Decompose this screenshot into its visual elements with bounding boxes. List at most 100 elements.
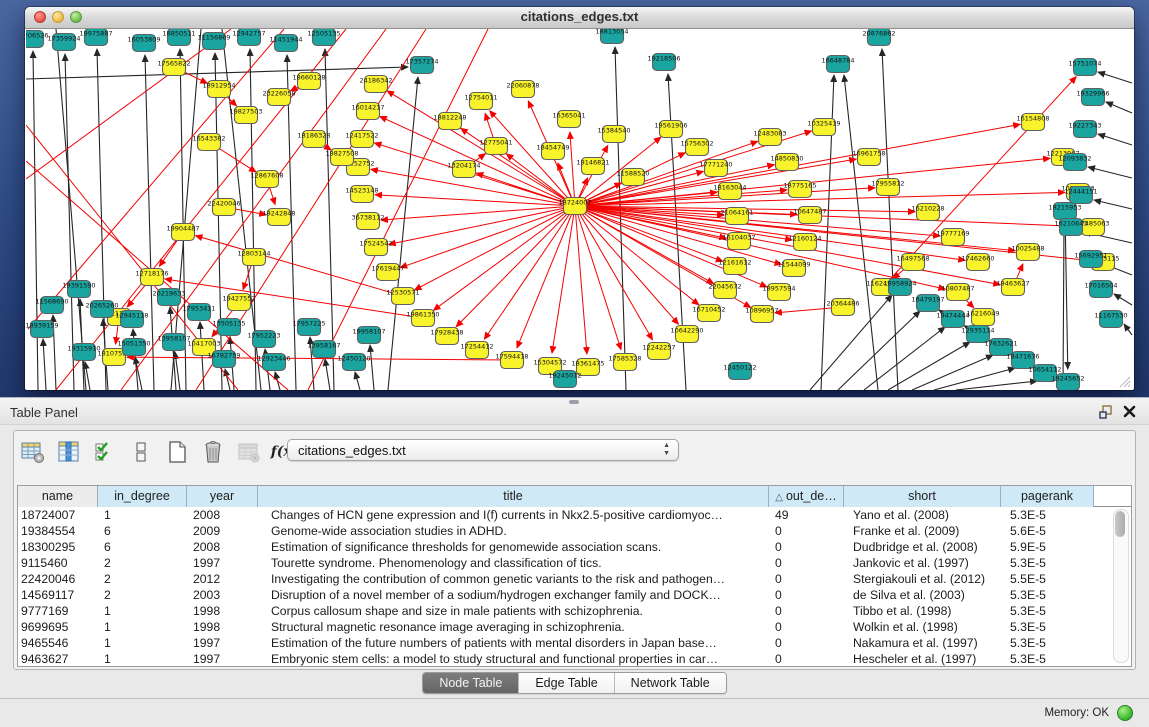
graph-node[interactable]: 11451944 xyxy=(269,35,302,52)
graph-node[interactable]: 15751074 xyxy=(1068,59,1101,76)
graph-node[interactable]: 10647487 xyxy=(793,207,826,224)
table-cell-out_degree[interactable]: 0 xyxy=(769,635,844,651)
graph-node[interactable]: 24186342 xyxy=(359,76,392,93)
graph-node[interactable]: 19827508 xyxy=(325,149,358,166)
table-cell-pagerank[interactable]: 5.3E-5 xyxy=(1001,587,1094,603)
table-cell-title[interactable]: Genome-wide association studies in ADHD. xyxy=(258,523,769,539)
table-cell-out_degree[interactable]: 0 xyxy=(769,619,844,635)
graph-node[interactable]: 19463627 xyxy=(996,279,1029,296)
table-cell-pagerank[interactable]: 5.3E-5 xyxy=(1001,507,1094,523)
graph-node[interactable]: 19827503 xyxy=(229,107,262,124)
graph-node[interactable]: 17771240 xyxy=(699,160,732,177)
graph-node[interactable]: 19242848 xyxy=(262,209,295,226)
table-cell-out_degree[interactable]: 0 xyxy=(769,555,844,571)
graph-node[interactable]: 12923446 xyxy=(257,354,290,371)
graph-node[interactable]: 17359924 xyxy=(47,34,80,51)
column-header-pagerank[interactable]: pagerank xyxy=(1001,486,1094,507)
window-resize-grip[interactable] xyxy=(1117,374,1131,388)
graph-node[interactable]: 17254412 xyxy=(460,342,493,359)
table-cell-name[interactable]: 9465546 xyxy=(18,635,98,651)
graph-node[interactable]: 12718176 xyxy=(135,269,168,286)
table-cell-pagerank[interactable]: 5.6E-5 xyxy=(1001,523,1094,539)
graph-node[interactable]: 17585328 xyxy=(608,354,641,371)
table-cell-name[interactable]: 9699695 xyxy=(18,619,98,635)
table-row[interactable]: 1456911722003Disruption of a novel membe… xyxy=(18,587,1131,603)
graph-node[interactable]: 17619447 xyxy=(371,264,404,281)
table-cell-in_degree[interactable]: 1 xyxy=(98,619,187,635)
graph-node[interactable]: 16782759 xyxy=(207,351,240,368)
table-cell-title[interactable]: Disruption of a novel member of a sodium… xyxy=(258,587,769,603)
graph-node[interactable]: 12775041 xyxy=(479,138,512,155)
table-cell-name[interactable]: 9777169 xyxy=(18,603,98,619)
column-header-year[interactable]: year xyxy=(187,486,258,507)
graph-node[interactable]: 12505135 xyxy=(307,29,340,46)
table-cell-short[interactable]: Dudbridge et al. (2008) xyxy=(844,539,1001,555)
graph-node[interactable]: 17357274 xyxy=(405,57,438,74)
table-cell-pagerank[interactable]: 5.3E-5 xyxy=(1001,619,1094,635)
stacked-boxes-icon[interactable] xyxy=(128,440,153,465)
table-cell-in_degree[interactable]: 1 xyxy=(98,507,187,523)
graph-node[interactable]: 10325419 xyxy=(807,119,840,136)
graph-node[interactable]: 18850511 xyxy=(162,29,195,46)
table-cell-short[interactable]: Wolkin et al. (1998) xyxy=(844,619,1001,635)
table-row[interactable]: 911546021997Tourette syndrome. Phenomeno… xyxy=(18,555,1131,571)
graph-node[interactable]: 12161612 xyxy=(718,258,751,275)
table-cell-title[interactable]: Tourette syndrome. Phenomenology and cla… xyxy=(258,555,769,571)
new-column-document-icon[interactable] xyxy=(164,440,189,465)
scrollbar-thumb[interactable] xyxy=(1115,511,1125,537)
graph-node[interactable]: 21064161 xyxy=(720,208,753,225)
table-row[interactable]: 1830029562008Estimation of significance … xyxy=(18,539,1131,555)
graph-node[interactable]: 19227343 xyxy=(1068,121,1101,138)
graph-node[interactable]: 11156869 xyxy=(197,33,230,50)
graph-node[interactable]: 20206526 xyxy=(26,31,49,48)
graph-node[interactable]: 12160124 xyxy=(788,234,821,251)
table-cell-name[interactable]: 9463627 xyxy=(18,651,98,667)
graph-node[interactable]: 16961758 xyxy=(852,149,885,166)
graph-node[interactable]: 22045672 xyxy=(708,282,741,299)
graph-canvas[interactable]: 1872400722060878127540111881224824186342… xyxy=(26,29,1133,390)
table-cell-year[interactable]: 1998 xyxy=(187,603,258,619)
table-cell-year[interactable]: 1997 xyxy=(187,635,258,651)
network-graph[interactable]: 1872400722060878127540111881224824186342… xyxy=(26,29,1133,390)
graph-node[interactable]: 17016504 xyxy=(1084,281,1117,298)
graph-node[interactable]: 19245012 xyxy=(548,371,581,388)
graph-node[interactable]: 16104037 xyxy=(722,233,755,250)
graph-node[interactable]: 19561906 xyxy=(654,121,687,138)
table-cell-in_degree[interactable]: 1 xyxy=(98,635,187,651)
graph-node[interactable]: 18186328 xyxy=(297,131,330,148)
table-cell-pagerank[interactable]: 5.3E-5 xyxy=(1001,651,1094,667)
column-header-title[interactable]: title xyxy=(258,486,769,507)
table-cell-year[interactable]: 1997 xyxy=(187,651,258,667)
graph-node[interactable]: 16014217 xyxy=(351,103,384,120)
table-cell-name[interactable]: 14569117 xyxy=(18,587,98,603)
delete-column-trash-icon[interactable] xyxy=(200,440,225,465)
table-row[interactable]: 1938455462009Genome-wide association stu… xyxy=(18,523,1131,539)
graph-node[interactable]: 19315910 xyxy=(67,344,100,361)
table-cell-out_degree[interactable]: 0 xyxy=(769,539,844,555)
graph-node[interactable]: 12450120 xyxy=(337,354,370,371)
graph-node[interactable]: 18958924 xyxy=(883,279,916,296)
graph-node[interactable]: 15384540 xyxy=(597,126,630,143)
graph-node[interactable]: 18813054 xyxy=(595,29,628,44)
graph-node[interactable]: 23226058 xyxy=(262,89,295,106)
graph-node[interactable]: 12242257 xyxy=(642,343,675,360)
table-row[interactable]: 946362711997Embryonic stem cells: a mode… xyxy=(18,651,1131,667)
table-row[interactable]: 977716911998Corpus callosum shape and si… xyxy=(18,603,1131,619)
graph-node[interactable]: 18215953 xyxy=(1048,203,1081,220)
graph-node[interactable]: 16210643 xyxy=(1054,219,1087,236)
table-cell-year[interactable]: 2003 xyxy=(187,587,258,603)
table-cell-title[interactable]: Embryonic stem cells: a model to study s… xyxy=(258,651,769,667)
graph-node[interactable]: 12483083 xyxy=(753,129,786,146)
graph-node[interactable]: 13505135 xyxy=(212,319,245,336)
table-cell-in_degree[interactable]: 2 xyxy=(98,587,187,603)
graph-node[interactable]: 19474444 xyxy=(936,311,969,328)
table-cell-short[interactable]: de Silva et al. (2003) xyxy=(844,587,1001,603)
graph-node[interactable]: 12444151 xyxy=(1064,187,1097,204)
table-cell-name[interactable]: 18300295 xyxy=(18,539,98,555)
table-select-dropdown[interactable]: citations_edges.txt ▲▼ xyxy=(287,439,679,461)
column-header-short[interactable]: short xyxy=(844,486,1001,507)
table-cell-pagerank[interactable]: 5.9E-5 xyxy=(1001,539,1094,555)
table-cell-year[interactable]: 2009 xyxy=(187,523,258,539)
table-cell-name[interactable]: 19384554 xyxy=(18,523,98,539)
column-header-name[interactable]: name xyxy=(18,486,98,507)
